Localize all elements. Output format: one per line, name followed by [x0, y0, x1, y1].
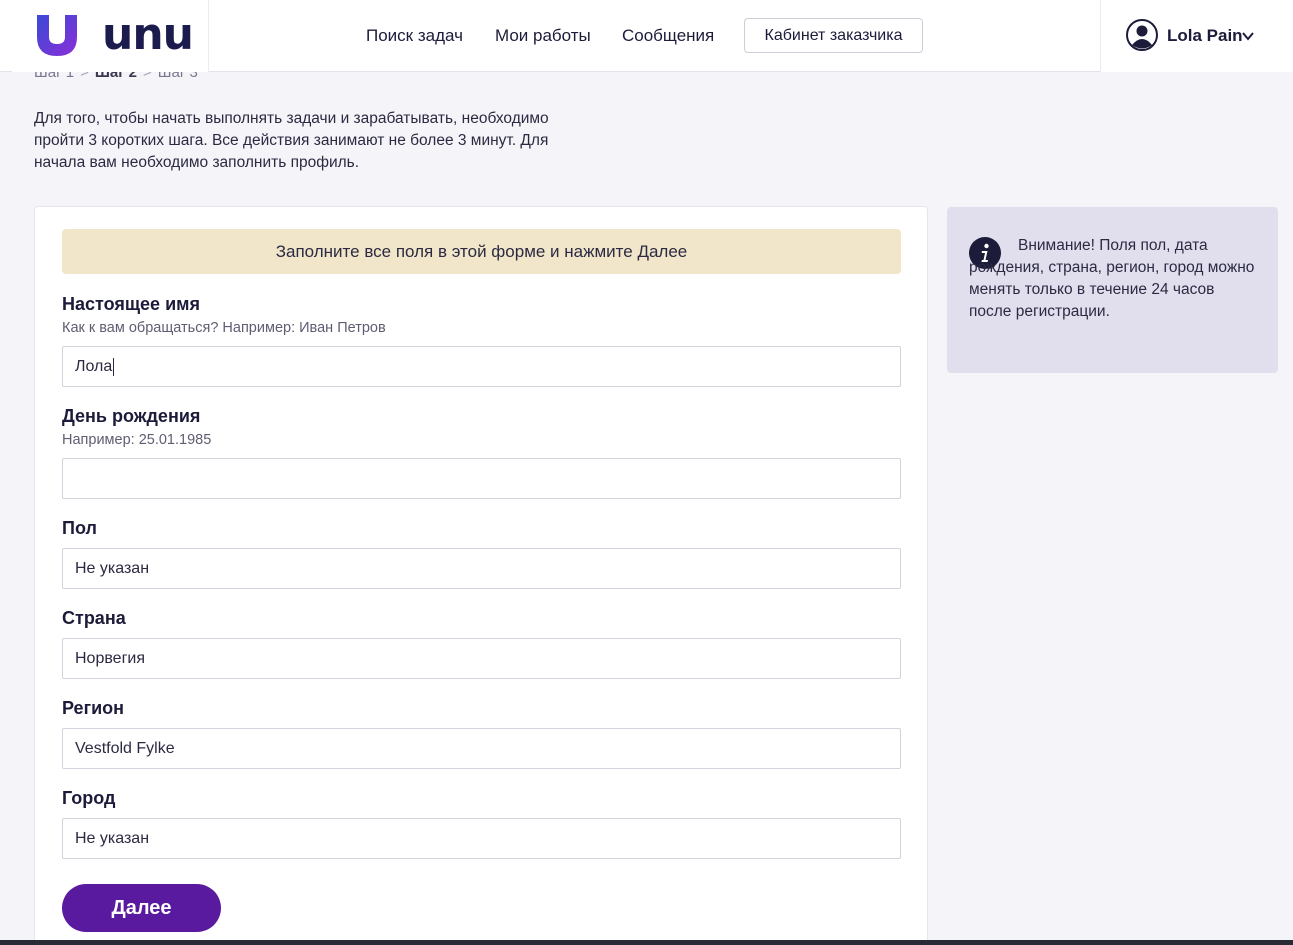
- top-header: unu Поиск задач Мои работы Сообщения Каб…: [0, 0, 1293, 72]
- bottom-edge: [0, 940, 1293, 945]
- profile-form: Заполните все поля в этой форме и нажмит…: [34, 206, 928, 945]
- logo-icon: [37, 15, 77, 56]
- user-name: Lola Pain: [1167, 26, 1243, 45]
- nav-search-tasks[interactable]: Поиск задач: [366, 26, 463, 46]
- form-notice: Заполните все поля в этой форме и нажмит…: [62, 229, 901, 274]
- city-label: Город: [62, 788, 116, 808]
- country-select[interactable]: Норвегия: [62, 638, 901, 679]
- birthday-label: День рождения: [62, 406, 201, 426]
- intro-text: Для того, чтобы начать выполнять задачи …: [34, 110, 549, 171]
- user-menu[interactable]: Lola Pain: [1100, 0, 1293, 72]
- name-label: Настоящее имя: [62, 294, 200, 314]
- city-select[interactable]: Не указан: [62, 818, 901, 859]
- logo-link[interactable]: unu: [12, 0, 209, 72]
- customer-cabinet-button[interactable]: Кабинет заказчика: [744, 18, 923, 53]
- info-text: Внимание! Поля пол, дата рождения, стран…: [969, 237, 1255, 320]
- region-label: Регион: [62, 698, 124, 718]
- nav-messages[interactable]: Сообщения: [622, 26, 714, 46]
- region-select[interactable]: Vestfold Fylke: [62, 728, 901, 769]
- chevron-down-icon: [1242, 32, 1254, 41]
- name-input-value: Лола: [75, 357, 113, 375]
- user-avatar-icon: [1126, 19, 1158, 51]
- nav-my-works[interactable]: Мои работы: [495, 26, 591, 46]
- gender-select[interactable]: Не указан: [62, 548, 901, 589]
- name-hint: Как к вам обращаться? Например: Иван Пет…: [62, 320, 386, 336]
- country-label: Страна: [62, 608, 126, 628]
- info-box: Внимание! Поля пол, дата рождения, стран…: [947, 207, 1278, 373]
- text-cursor: [113, 357, 115, 376]
- logo-text: unu: [102, 9, 194, 60]
- name-input[interactable]: Лола: [62, 346, 901, 387]
- birthday-input[interactable]: [62, 458, 901, 499]
- next-button[interactable]: Далее: [62, 884, 221, 932]
- birthday-hint: Например: 25.01.1985: [62, 432, 212, 448]
- gender-label: Пол: [62, 518, 97, 538]
